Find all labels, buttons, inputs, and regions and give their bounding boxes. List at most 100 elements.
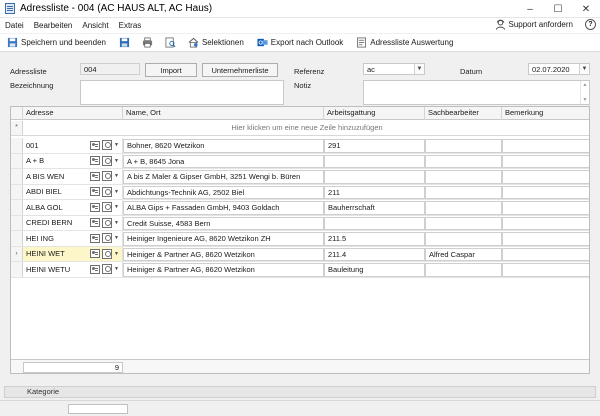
cell-adresse[interactable]: CREDI BERN ▼	[23, 215, 123, 230]
cell-bemerkung[interactable]	[502, 216, 589, 230]
cell-adresse[interactable]: A + B ▼	[23, 153, 123, 168]
support-request-button[interactable]: Support anfordern	[495, 19, 573, 30]
unternehmerliste-button[interactable]: Unternehmerliste	[202, 63, 278, 77]
address-card-icon[interactable]	[90, 140, 100, 150]
close-button[interactable]: ✕	[572, 0, 600, 18]
help-icon[interactable]: ?	[585, 19, 596, 30]
cell-bemerkung[interactable]	[502, 247, 589, 261]
report-button[interactable]: Adressliste Auswertung	[354, 35, 455, 51]
row-indicator[interactable]	[11, 200, 23, 215]
save-button[interactable]	[117, 35, 135, 51]
column-name-ort[interactable]: Name, Ort	[123, 107, 324, 120]
cell-arbeitsgattung[interactable]: 211.5	[324, 232, 425, 246]
contact-person-icon[interactable]	[102, 233, 112, 243]
cell-arbeitsgattung[interactable]: 291	[324, 139, 425, 153]
cell-bemerkung[interactable]	[502, 170, 589, 184]
cell-sachbearbeiter[interactable]	[425, 232, 502, 246]
print-button[interactable]	[140, 35, 158, 51]
contact-person-icon[interactable]	[102, 171, 112, 181]
chevron-down-icon[interactable]: ▼	[113, 173, 120, 179]
row-indicator[interactable]	[11, 169, 23, 184]
new-row-hint[interactable]: Hier klicken um eine neue Zeile hinzuzuf…	[23, 121, 589, 135]
table-row[interactable]: HEI ING ▼ Heiniger Ingenieure AG, 8620 Wet…	[11, 231, 589, 247]
row-indicator[interactable]	[11, 184, 23, 199]
cell-bemerkung[interactable]	[502, 139, 589, 153]
save-and-close-button[interactable]: Speichern und beenden	[5, 35, 108, 51]
cell-adresse[interactable]: HEINI WET ▼	[23, 246, 123, 261]
menu-ansicht[interactable]: Ansicht	[77, 21, 113, 30]
column-bemerkung[interactable]: Bemerkung	[502, 107, 589, 120]
column-arbeitsgattung[interactable]: Arbeitsgattung	[324, 107, 425, 120]
category-tab[interactable]: Kategorie	[23, 387, 63, 398]
chevron-down-icon[interactable]: ▼	[113, 251, 120, 257]
cell-name-ort[interactable]: A bis Z Maler & Gipser GmbH, 3251 Wengi …	[123, 170, 324, 184]
row-indicator[interactable]	[11, 153, 23, 168]
cell-bemerkung[interactable]	[502, 263, 589, 277]
datum-field[interactable]: 02.07.2020 ▼	[528, 63, 590, 75]
cell-bemerkung[interactable]	[502, 232, 589, 246]
address-card-icon[interactable]	[90, 187, 100, 196]
cell-name-ort[interactable]: Bohner, 8620 Wetzikon	[123, 139, 324, 153]
cell-sachbearbeiter[interactable]	[425, 185, 502, 199]
row-indicator[interactable]	[11, 231, 23, 246]
referenz-dropdown[interactable]: ac ▼	[363, 63, 425, 75]
contact-person-icon[interactable]	[102, 186, 112, 197]
chevron-down-icon[interactable]: ▼	[113, 142, 120, 148]
selections-button[interactable]: Selektionen	[186, 35, 246, 51]
row-indicator[interactable]	[11, 138, 23, 153]
scroll-up-icon[interactable]: ▲	[583, 82, 588, 88]
cell-bemerkung[interactable]	[502, 185, 589, 199]
chevron-down-icon[interactable]: ▼	[113, 220, 120, 226]
cell-adresse[interactable]: HEINI WETU ▼	[23, 262, 123, 277]
contact-person-icon[interactable]	[102, 264, 112, 274]
cell-arbeitsgattung[interactable]: 211	[324, 185, 425, 199]
row-indicator[interactable]	[11, 262, 23, 277]
scroll-down-icon[interactable]: ▼	[583, 97, 588, 103]
table-row[interactable]: 001 ▼ Bohner, 8620 Wetzikon 291	[11, 138, 589, 154]
address-card-icon[interactable]	[90, 249, 100, 258]
minimize-button[interactable]: –	[516, 0, 544, 18]
cell-name-ort[interactable]: A + B, 8645 Jona	[123, 154, 324, 168]
export-outlook-button[interactable]: Export nach Outlook	[255, 35, 345, 51]
contact-person-icon[interactable]	[102, 248, 112, 259]
import-button[interactable]: Import	[145, 63, 197, 77]
cell-sachbearbeiter[interactable]	[425, 154, 502, 168]
cell-sachbearbeiter[interactable]	[425, 263, 502, 277]
table-row[interactable]: HEINI WETU ▼ Heiniger & Partner AG, 8620 W…	[11, 262, 589, 278]
cell-name-ort[interactable]: ALBA Gips + Fassaden GmbH, 9403 Goldach	[123, 201, 324, 215]
cell-bemerkung[interactable]	[502, 154, 589, 168]
cell-sachbearbeiter[interactable]: Alfred Caspar	[425, 247, 502, 261]
table-row[interactable]: A BIS WEN ▼ A bis Z Maler & Gipser GmbH, 3…	[11, 169, 589, 185]
chevron-down-icon[interactable]: ▼	[113, 158, 120, 164]
row-indicator[interactable]	[11, 215, 23, 230]
address-card-icon[interactable]	[90, 156, 100, 165]
chevron-down-icon[interactable]: ▼	[113, 266, 120, 272]
menu-extras[interactable]: Extras	[114, 21, 147, 30]
table-row[interactable]: CREDI BERN ▼ Credit Suisse, 4583 Bern	[11, 215, 589, 231]
cell-adresse[interactable]: ABDI BIEL ▼	[23, 184, 123, 199]
cell-adresse[interactable]: HEI ING ▼	[23, 231, 123, 246]
address-card-icon[interactable]	[90, 218, 100, 227]
adressliste-field[interactable]: 004	[80, 63, 140, 75]
cell-sachbearbeiter[interactable]	[425, 216, 502, 230]
column-sachbearbeiter[interactable]: Sachbearbeiter	[425, 107, 502, 120]
contact-person-icon[interactable]	[102, 155, 112, 166]
cell-name-ort[interactable]: Abdichtungs-Technik AG, 2502 Biel	[123, 185, 324, 199]
cell-sachbearbeiter[interactable]	[425, 139, 502, 153]
menu-bearbeiten[interactable]: Bearbeiten	[29, 21, 78, 30]
cell-arbeitsgattung[interactable]: Bauleitung	[324, 263, 425, 277]
new-row[interactable]: * Hier klicken um eine neue Zeile hinzuz…	[11, 121, 589, 136]
cell-name-ort[interactable]: Heiniger Ingenieure AG, 8620 Wetzikon ZH	[123, 232, 324, 246]
bezeichnung-input[interactable]	[80, 80, 284, 105]
cell-adresse[interactable]: 001 ▼	[23, 138, 123, 153]
chevron-down-icon[interactable]: ▼	[113, 189, 120, 195]
cell-adresse[interactable]: ALBA GOL ▼	[23, 200, 123, 215]
cell-arbeitsgattung[interactable]: Bauherrschaft	[324, 201, 425, 215]
table-row[interactable]: A + B ▼ A + B, 8645 Jona	[11, 153, 589, 169]
address-card-icon[interactable]	[90, 202, 100, 212]
print-preview-button[interactable]	[163, 35, 181, 51]
column-adresse[interactable]: Adresse	[23, 107, 123, 120]
menu-datei[interactable]: Datei	[0, 21, 29, 30]
contact-person-icon[interactable]	[102, 140, 112, 150]
address-card-icon[interactable]	[90, 233, 100, 243]
